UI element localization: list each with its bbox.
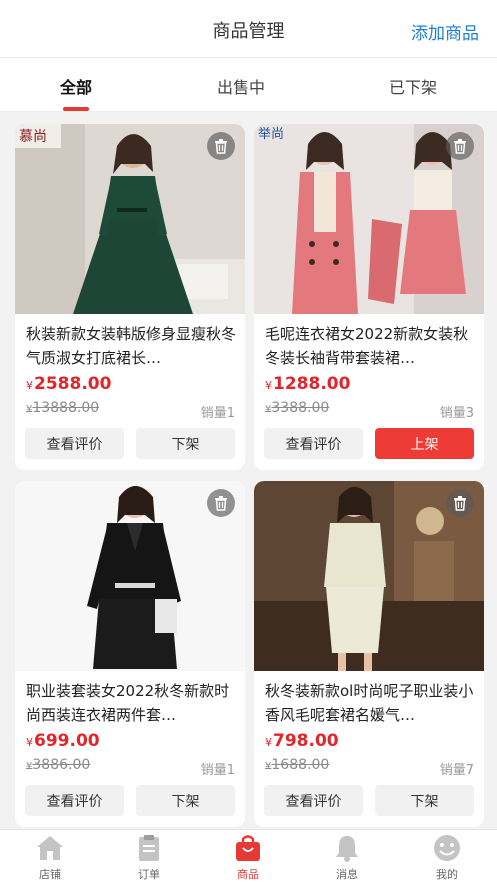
product-image: 慕尚 xyxy=(15,124,245,314)
product-image xyxy=(15,481,245,671)
delist-button[interactable]: 下架 xyxy=(136,785,235,816)
product-name: 毛呢连衣裙女2022新款女装秋冬装长袖背带套装裙… xyxy=(265,325,469,367)
delist-button[interactable]: 下架 xyxy=(375,785,474,816)
list-button[interactable]: 上架 xyxy=(375,428,474,459)
product-name: 秋装新款女装韩版修身显瘦秋冬气质淑女打底裙长… xyxy=(26,325,236,367)
product-card[interactable]: 慕尚 秋装新款女装韩版修身显瘦秋冬气质淑女打底裙长… ¥2588.00 ¥138… xyxy=(15,124,245,470)
product-original-price: ¥3886.00 xyxy=(26,757,91,773)
bell-icon xyxy=(336,836,358,862)
tabbar-messages[interactable]: 消息 xyxy=(317,834,377,882)
top-bar: 商品管理 添加商品 xyxy=(0,0,497,58)
tabbar-label: 我的 xyxy=(436,868,458,881)
tabbar-goods[interactable]: 商品 xyxy=(218,834,278,882)
tab-all[interactable]: 全部 xyxy=(16,74,136,98)
store-icon xyxy=(37,836,63,860)
product-card[interactable]: 举尚 毛呢连衣裙女2022新款女装秋冬装长袖背带套装裙… ¥1288.00 ¥3… xyxy=(254,124,484,470)
tabbar-label: 订单 xyxy=(138,868,160,881)
product-sales: 销量3 xyxy=(439,406,474,421)
filter-tabs: 全部 出售中 已下架 xyxy=(0,58,497,112)
svg-text:举尚: 举尚 xyxy=(258,127,284,142)
product-name: 职业装套装女2022秋冬新款时尚西装连衣裙两件套… xyxy=(26,682,230,724)
product-price: ¥2588.00 xyxy=(26,374,112,394)
tabbar-store[interactable]: 店铺 xyxy=(20,834,80,882)
view-reviews-button[interactable]: 查看评价 xyxy=(25,428,124,459)
tab-on-sale[interactable]: 出售中 xyxy=(181,74,301,98)
product-price: ¥798.00 xyxy=(265,731,339,751)
bottom-tab-bar: 店铺 订单 商品 消息 我的 xyxy=(0,829,497,883)
delist-button[interactable]: 下架 xyxy=(136,428,235,459)
product-card[interactable]: 秋冬装新款ol时尚呢子职业装小香风毛呢套裙名媛气… ¥798.00 ¥1688.… xyxy=(254,481,484,827)
trash-icon xyxy=(454,139,466,154)
tabbar-label: 商品 xyxy=(237,868,259,881)
product-price: ¥1288.00 xyxy=(265,374,351,394)
product-image xyxy=(254,481,484,671)
order-icon xyxy=(139,835,159,861)
product-sales: 销量1 xyxy=(200,406,235,421)
tabbar-label: 店铺 xyxy=(39,868,61,881)
trash-icon xyxy=(454,496,466,511)
product-original-price: ¥13888.00 xyxy=(26,400,100,416)
active-tab-indicator xyxy=(63,107,89,111)
delete-product-button[interactable] xyxy=(207,132,235,160)
view-reviews-button[interactable]: 查看评价 xyxy=(25,785,124,816)
tabbar-label: 消息 xyxy=(336,868,358,881)
tabbar-orders[interactable]: 订单 xyxy=(119,834,179,882)
delete-product-button[interactable] xyxy=(446,132,474,160)
product-sales: 销量1 xyxy=(200,763,235,778)
product-original-price: ¥1688.00 xyxy=(265,757,330,773)
delete-product-button[interactable] xyxy=(207,489,235,517)
add-product-button[interactable]: 添加商品 xyxy=(411,19,479,44)
svg-text:慕尚: 慕尚 xyxy=(19,129,47,145)
product-original-price: ¥3388.00 xyxy=(265,400,330,416)
product-sales: 销量7 xyxy=(439,763,474,778)
trash-icon xyxy=(215,496,227,511)
smile-icon xyxy=(434,835,460,861)
tab-delisted[interactable]: 已下架 xyxy=(353,74,473,98)
view-reviews-button[interactable]: 查看评价 xyxy=(264,785,363,816)
goods-bag-icon xyxy=(236,835,260,861)
delete-product-button[interactable] xyxy=(446,489,474,517)
product-card[interactable]: 职业装套装女2022秋冬新款时尚西装连衣裙两件套… ¥699.00 ¥3886.… xyxy=(15,481,245,827)
product-image: 举尚 xyxy=(254,124,484,314)
tabbar-mine[interactable]: 我的 xyxy=(417,834,477,882)
view-reviews-button[interactable]: 查看评价 xyxy=(264,428,363,459)
trash-icon xyxy=(215,139,227,154)
product-name: 秋冬装新款ol时尚呢子职业装小香风毛呢套裙名媛气… xyxy=(265,682,474,724)
product-price: ¥699.00 xyxy=(26,731,100,751)
